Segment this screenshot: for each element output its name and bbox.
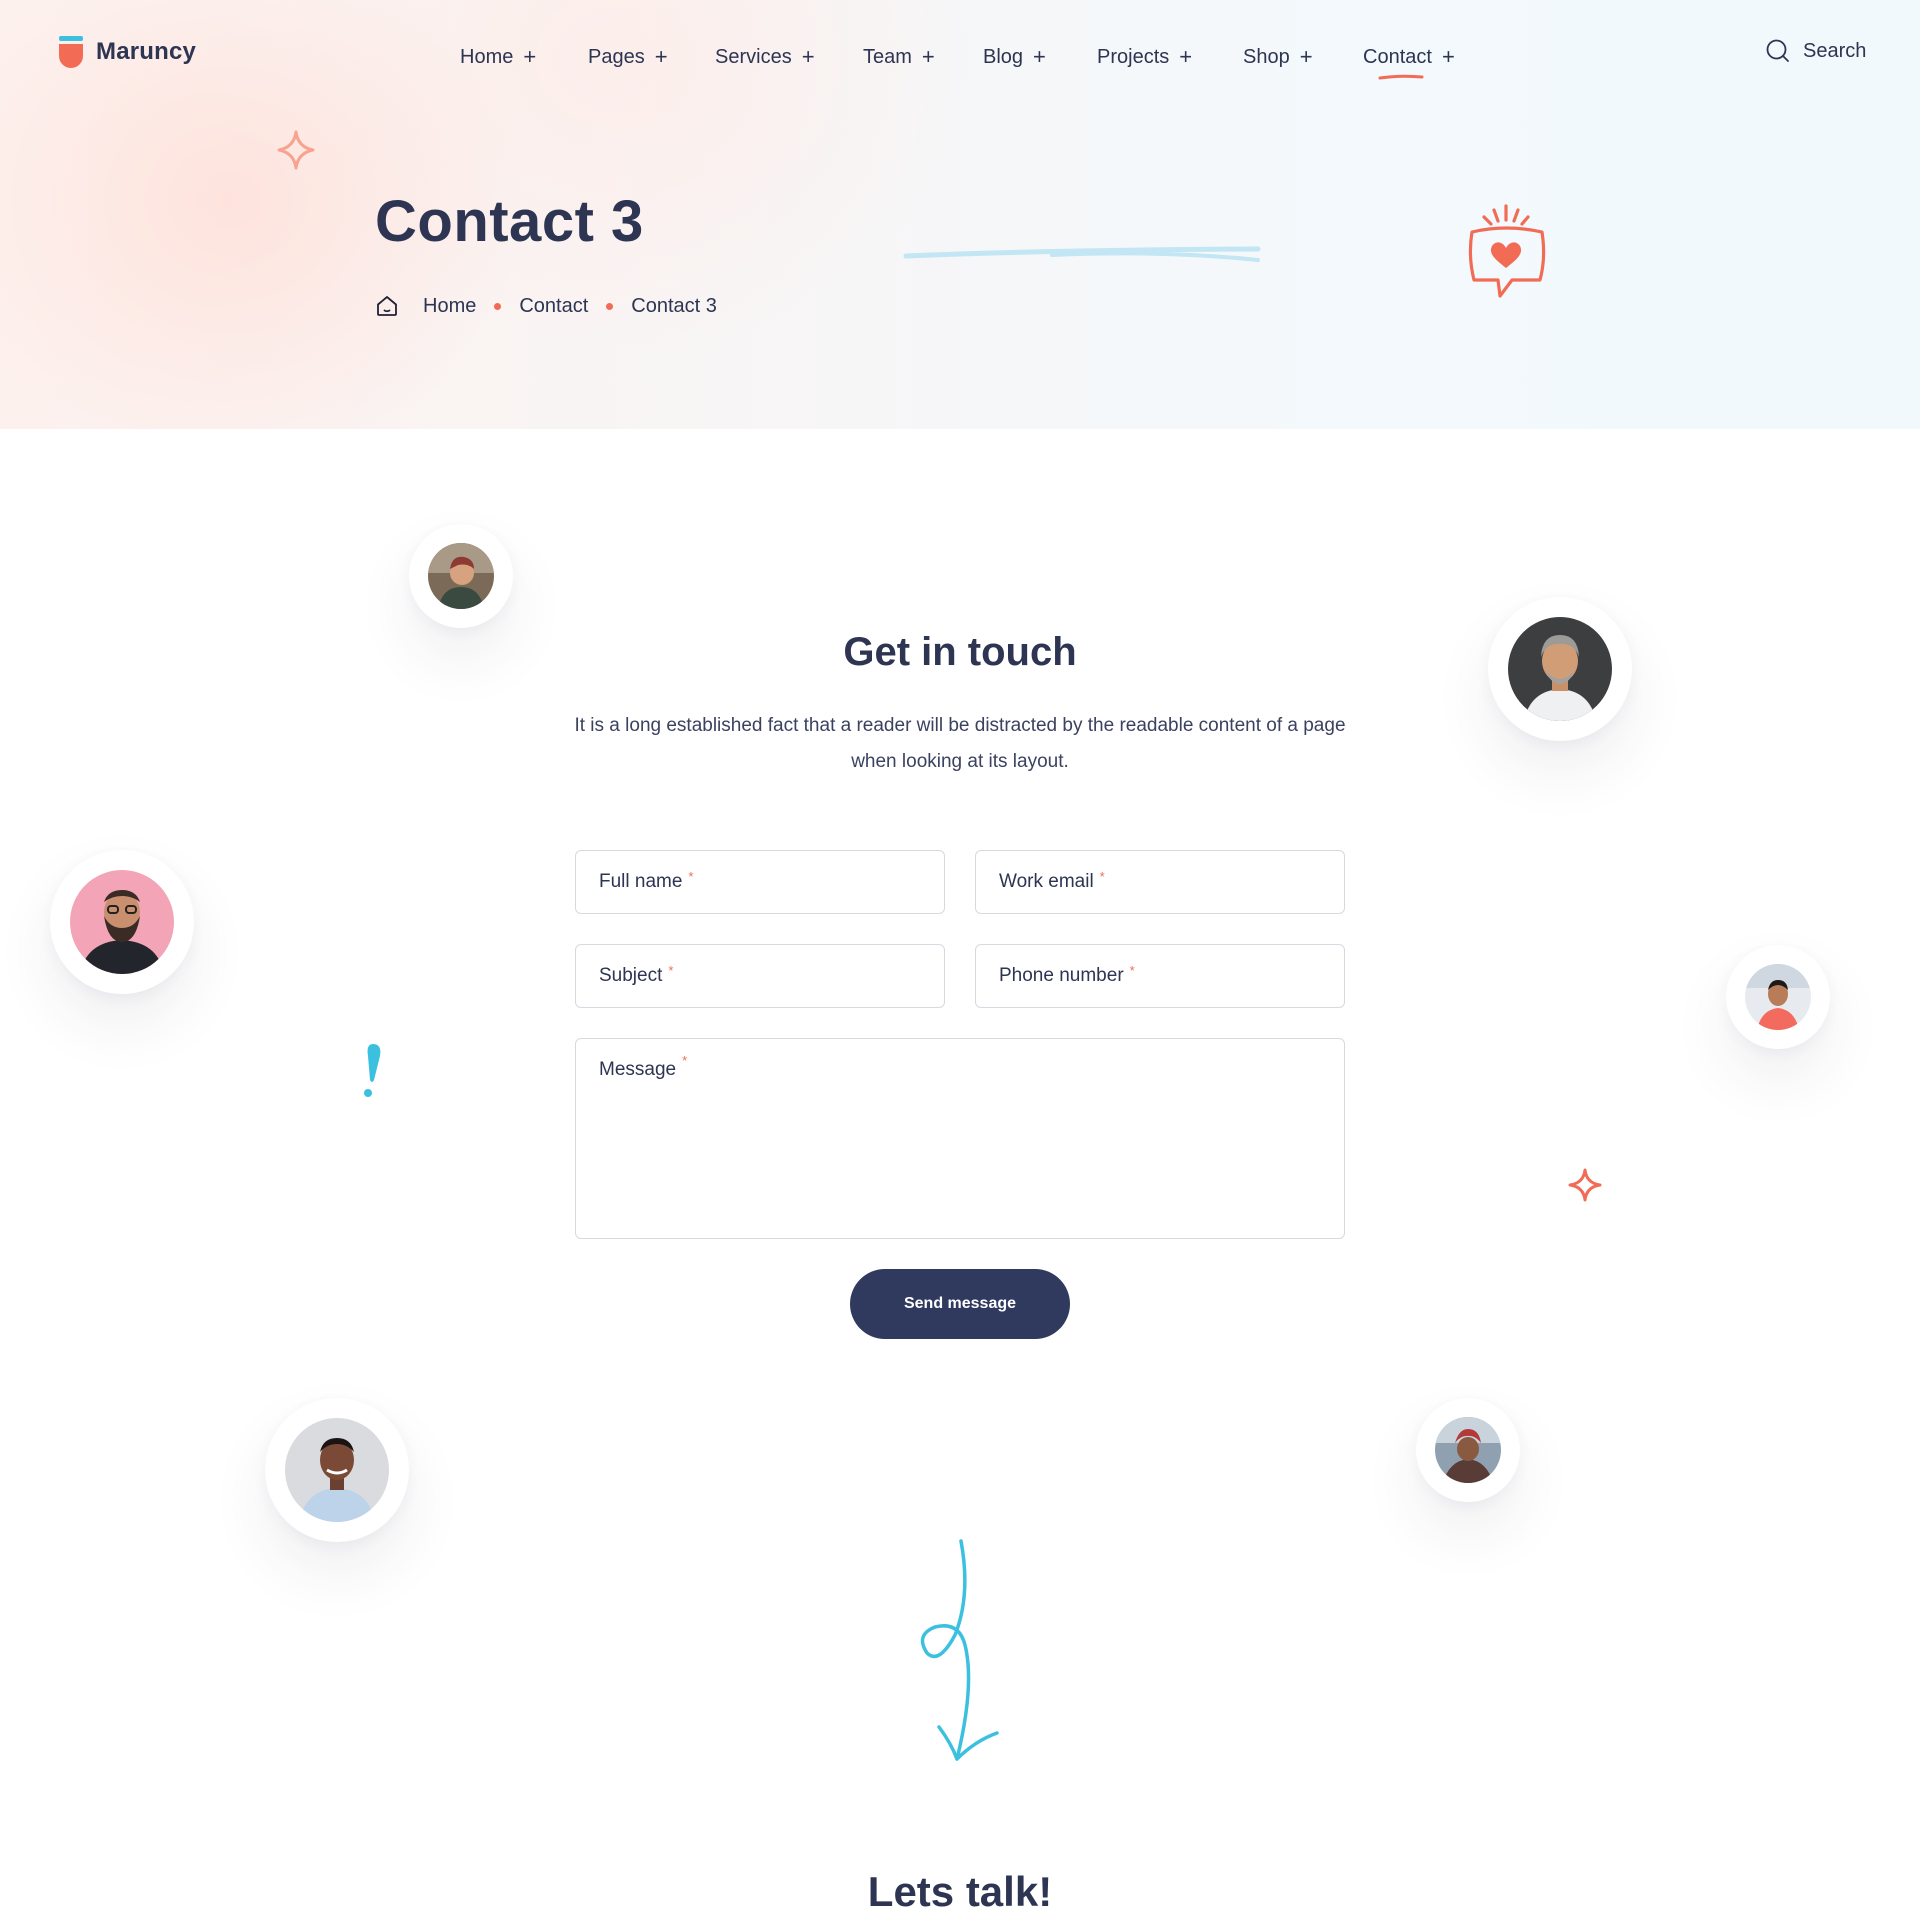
avatar — [265, 1398, 409, 1542]
message-placeholder: Message — [599, 1059, 677, 1080]
subject-placeholder: Subject — [599, 965, 663, 986]
active-nav-underline — [1378, 74, 1424, 80]
plus-icon: + — [1299, 44, 1313, 69]
nav-item-contact[interactable]: Contact + — [1363, 44, 1455, 70]
avatar — [50, 850, 194, 994]
avatar — [1726, 945, 1830, 1049]
plus-icon: + — [1441, 44, 1455, 69]
curly-arrow-decoration — [920, 1539, 999, 1761]
nav-item-label: Contact — [1363, 45, 1432, 68]
search-button[interactable]: Search — [1765, 38, 1866, 64]
plus-icon: + — [1179, 44, 1193, 69]
subject-field[interactable]: Subject * — [575, 944, 945, 1008]
nav-item-home[interactable]: Home + — [460, 44, 536, 70]
plus-icon: + — [1033, 44, 1046, 69]
search-icon — [1766, 39, 1789, 62]
nav-item-label: Team — [863, 45, 912, 68]
page: Maruncy Home + Pages + Services + Team +… — [0, 0, 1920, 1920]
avatar-photo — [1435, 1417, 1501, 1483]
phone-number-placeholder: Phone number — [999, 965, 1124, 986]
avatar-photo — [70, 870, 174, 974]
phone-number-field[interactable]: Phone number * — [975, 944, 1345, 1008]
search-label: Search — [1803, 39, 1867, 62]
breadcrumb: Home Contact Contact 3 — [375, 294, 717, 318]
sparkle-icon — [277, 130, 315, 170]
home-icon[interactable] — [375, 294, 399, 318]
heart-message-icon — [1468, 204, 1546, 298]
nav-item-projects[interactable]: Projects + — [1097, 44, 1192, 70]
nav-item-team[interactable]: Team + — [863, 44, 935, 70]
avatar — [1488, 597, 1632, 741]
nav-item-label: Pages — [588, 45, 645, 68]
avatar — [1416, 1398, 1520, 1502]
breadcrumb-separator — [606, 302, 614, 310]
required-mark: * — [682, 1053, 688, 1068]
plus-icon: + — [523, 44, 537, 69]
nav-item-label: Projects — [1097, 45, 1170, 68]
full-name-field[interactable]: Full name * — [575, 850, 945, 914]
nav-item-pages[interactable]: Pages + — [588, 44, 668, 70]
required-mark: * — [1129, 962, 1135, 978]
avatar-photo — [1508, 617, 1612, 721]
breadcrumb-separator — [494, 302, 502, 310]
breadcrumb-home[interactable]: Home — [423, 295, 476, 318]
nav-item-label: Shop — [1243, 45, 1290, 68]
sparkle-icon — [1568, 1168, 1602, 1202]
nav-item-blog[interactable]: Blog + — [983, 44, 1046, 70]
brand-name: Maruncy — [96, 38, 197, 65]
breadcrumb-contact[interactable]: Contact — [519, 295, 588, 318]
avatar — [409, 524, 513, 628]
required-mark: * — [1099, 868, 1105, 884]
plus-icon: + — [801, 44, 815, 69]
work-email-placeholder: Work email — [999, 871, 1094, 892]
brush-stroke-decoration — [903, 246, 1261, 262]
full-name-placeholder: Full name — [599, 871, 683, 892]
required-mark: * — [668, 962, 674, 978]
page-title: Contact 3 — [375, 189, 644, 254]
required-mark: * — [688, 868, 694, 884]
nav-item-label: Home — [460, 45, 514, 68]
plus-icon: + — [654, 44, 668, 69]
brand-logo[interactable]: Maruncy — [58, 36, 196, 68]
work-email-field[interactable]: Work email * — [975, 850, 1345, 914]
hero-banner: Maruncy Home + Pages + Services + Team +… — [0, 0, 1920, 429]
nav-item-shop[interactable]: Shop + — [1243, 44, 1313, 70]
section-description: It is a long established fact that a rea… — [574, 715, 1346, 772]
nav-item-label: Services — [715, 45, 792, 68]
nav-item-services[interactable]: Services + — [715, 44, 815, 70]
exclamation-decoration — [364, 1044, 381, 1097]
plus-icon: + — [921, 44, 935, 69]
logo-icon — [59, 36, 83, 68]
avatar-photo — [1745, 964, 1811, 1030]
section-title: Get in touch — [843, 630, 1077, 674]
breadcrumb-current: Contact 3 — [631, 294, 717, 317]
nav-item-label: Blog — [983, 45, 1024, 68]
message-textarea[interactable]: Message * — [575, 1038, 1345, 1239]
lets-talk-title: Lets talk! — [867, 1868, 1053, 1915]
avatar-photo — [285, 1418, 389, 1522]
send-message-button[interactable]: Send message — [850, 1269, 1070, 1339]
avatar-photo — [428, 543, 494, 609]
